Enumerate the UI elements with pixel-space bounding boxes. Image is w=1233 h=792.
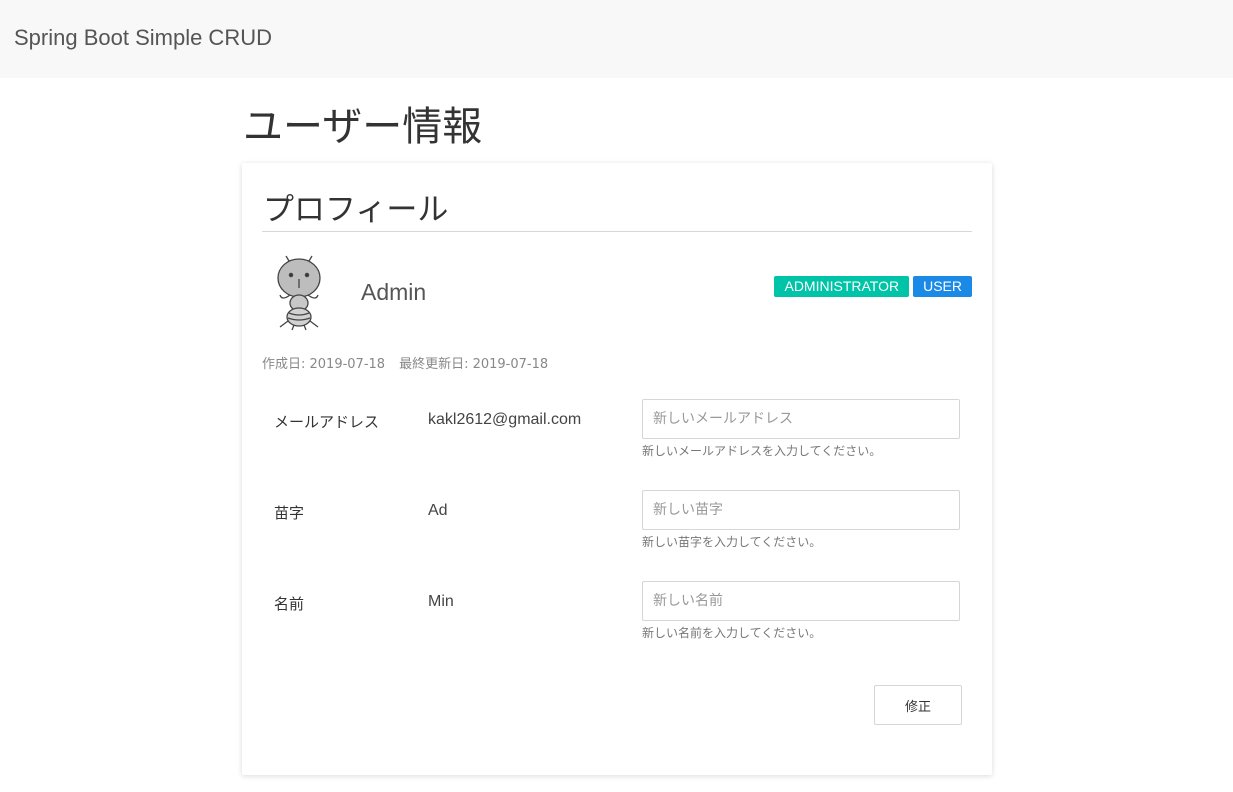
card-title: プロフィール [263, 192, 449, 228]
last-name-value: Ad [428, 502, 448, 519]
email-label: メールアドレス [274, 413, 380, 431]
avatar [277, 255, 321, 331]
role-badge-administrator: ADMINISTRATOR [774, 276, 910, 297]
new-last-name-input[interactable] [642, 490, 960, 530]
new-email-input[interactable] [642, 399, 960, 439]
created-date: 作成日: 2019-07-18 [262, 357, 386, 372]
date-info: 作成日: 2019-07-18 最終更新日: 2019-07-18 [262, 353, 548, 372]
divider [262, 231, 972, 232]
field-row-email: メールアドレス kakl2612@gmail.com 新しいメールアドレスを入力… [242, 399, 992, 481]
role-tags: ADMINISTRATOR USER [774, 276, 972, 297]
username: Admin [361, 279, 427, 305]
field-row-first-name: 名前 Min 新しい名前を入力してください。 [242, 581, 992, 663]
role-badge-user: USER [913, 276, 972, 297]
first-name-help-text: 新しい名前を入力してください。 [642, 626, 822, 640]
first-name-label: 名前 [274, 595, 305, 613]
navbar: Spring Boot Simple CRUD [0, 0, 1233, 78]
first-name-value: Min [428, 593, 454, 610]
page-title: ユーザー情報 [243, 104, 483, 150]
new-first-name-input[interactable] [642, 581, 960, 621]
field-row-last-name: 苗字 Ad 新しい苗字を入力してください。 [242, 490, 992, 572]
brand-link[interactable]: Spring Boot Simple CRUD [14, 25, 272, 51]
updated-date: 最終更新日: 2019-07-18 [399, 357, 549, 372]
profile-card: プロフィール Admin ADMINISTRATOR USER 作成日: 201… [242, 163, 992, 775]
last-name-label: 苗字 [274, 504, 305, 522]
email-help-text: 新しいメールアドレスを入力してください。 [642, 444, 882, 458]
submit-button[interactable]: 修正 [874, 685, 962, 725]
ant-avatar-icon [277, 255, 321, 331]
email-value: kakl2612@gmail.com [428, 411, 582, 428]
last-name-help-text: 新しい苗字を入力してください。 [642, 535, 822, 549]
